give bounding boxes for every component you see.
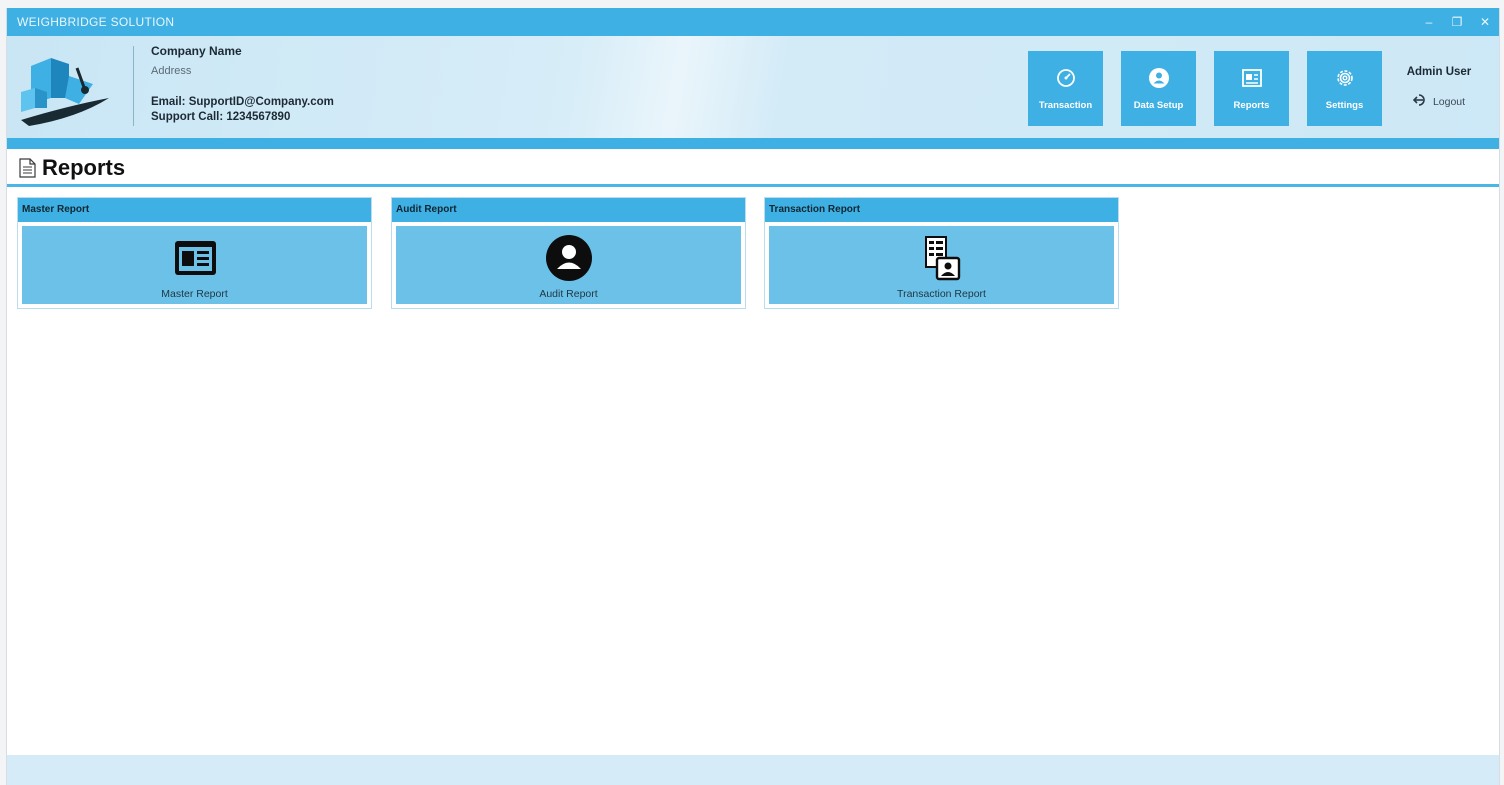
logout-icon — [1412, 93, 1429, 110]
page-title: Reports — [42, 155, 126, 180]
newspaper-icon — [1241, 67, 1263, 89]
window-title: WEIGHBRIDGE SOLUTION — [17, 15, 175, 29]
master-report-card: Master Report Master Report — [17, 197, 372, 309]
card-label: Transaction Report — [897, 288, 986, 300]
status-footer — [7, 755, 1499, 785]
transaction-report-card: Transaction Report Transaction Report — [764, 197, 1119, 309]
company-logo-icon — [21, 58, 109, 126]
nav-reports-label: Reports — [1233, 100, 1270, 111]
nav-data-setup-label: Data Setup — [1133, 100, 1184, 111]
company-info: Company Name Address Email: SupportID@Co… — [151, 44, 334, 123]
card-header: Audit Report — [392, 198, 745, 222]
close-button[interactable]: ✕ — [1479, 15, 1491, 29]
logout-button[interactable]: Logout — [1389, 93, 1489, 110]
user-name: Admin User — [1406, 66, 1472, 78]
card-header: Master Report — [18, 198, 371, 222]
page-header-underline — [7, 184, 1499, 187]
audit-report-tile[interactable]: Audit Report — [396, 226, 741, 304]
company-address: Address — [151, 65, 192, 77]
company-email: Email: SupportID@Company.com — [151, 96, 334, 108]
window-controls: – ❐ ✕ — [1423, 8, 1491, 36]
audit-report-card: Audit Report Audit Report — [391, 197, 746, 309]
company-support-call: Support Call: 1234567890 — [151, 111, 291, 123]
logout-label: Logout — [1432, 95, 1466, 108]
nav-transaction-label: Transaction — [1038, 100, 1093, 111]
header-bottom-bar — [7, 138, 1499, 149]
company-name: Company Name — [151, 44, 242, 58]
nav-data-setup-button[interactable]: Data Setup — [1121, 51, 1196, 126]
app-window: WEIGHBRIDGE SOLUTION – ❐ ✕ Company Name … — [6, 8, 1500, 785]
newspaper-icon — [172, 236, 218, 280]
user-panel: Admin User Logout — [1389, 66, 1489, 110]
report-document-icon — [19, 158, 36, 178]
nav-reports-button[interactable]: Reports — [1214, 51, 1289, 126]
gear-icon — [1334, 67, 1356, 89]
minimize-button[interactable]: – — [1423, 15, 1435, 29]
card-header: Transaction Report — [765, 198, 1118, 222]
transaction-report-tile[interactable]: Transaction Report — [769, 226, 1114, 304]
user-circle-icon — [545, 235, 593, 281]
user-circle-icon — [1148, 67, 1170, 89]
speedometer-icon — [1055, 67, 1077, 89]
nav-settings-label: Settings — [1325, 100, 1364, 111]
card-label: Audit Report — [539, 288, 598, 300]
nav-settings-button[interactable]: Settings — [1307, 51, 1382, 126]
card-label: Master Report — [161, 288, 228, 300]
document-user-icon — [920, 236, 964, 281]
header-divider — [133, 46, 134, 126]
master-report-tile[interactable]: Master Report — [22, 226, 367, 304]
page-header: Reports — [7, 149, 1499, 187]
title-bar[interactable]: WEIGHBRIDGE SOLUTION – ❐ ✕ — [7, 8, 1499, 36]
app-header: Company Name Address Email: SupportID@Co… — [7, 36, 1499, 138]
nav-transaction-button[interactable]: Transaction — [1028, 51, 1103, 126]
restore-button[interactable]: ❐ — [1451, 15, 1463, 29]
